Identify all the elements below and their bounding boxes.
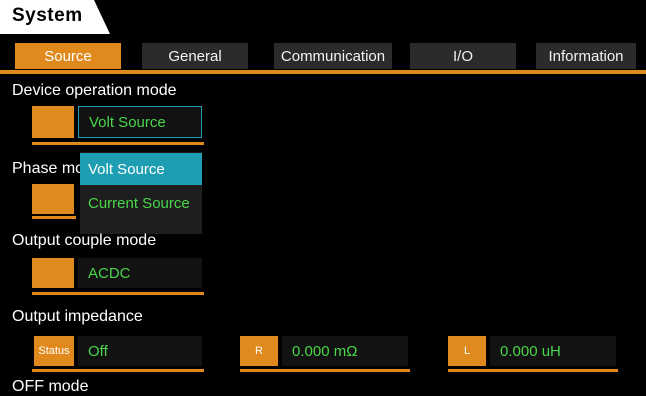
impedance-status-underline <box>32 369 204 372</box>
phase-mode-underline <box>32 216 76 219</box>
phase-mode-label: Phase mo <box>12 160 85 177</box>
impedance-status-field[interactable]: Off <box>78 336 202 366</box>
output-couple-mode-label: Output couple mode <box>12 232 157 249</box>
dropdown-option-volt-source[interactable]: Volt Source <box>80 153 202 185</box>
output-couple-mode-select[interactable]: ACDC <box>78 258 202 288</box>
tab-communication[interactable]: Communication <box>274 43 392 69</box>
l-tag: L <box>448 336 486 366</box>
off-mode-label: OFF mode <box>12 378 89 395</box>
impedance-l-underline <box>448 369 618 372</box>
tab-information[interactable]: Information <box>536 43 636 69</box>
tab-general[interactable]: General <box>142 43 248 69</box>
impedance-r-field[interactable]: 0.000 mΩ <box>282 336 408 366</box>
output-impedance-label: Output impedance <box>12 308 143 325</box>
tab-source[interactable]: Source <box>15 43 121 69</box>
phase-mode-indicator <box>32 184 74 214</box>
dropdown-option-current-source[interactable]: Current Source <box>80 187 202 219</box>
tab-underline <box>0 70 646 74</box>
output-couple-mode-indicator <box>32 258 74 288</box>
tab-io[interactable]: I/O <box>410 43 516 69</box>
status-tag: Status <box>34 336 74 366</box>
device-operation-mode-label: Device operation mode <box>12 82 177 99</box>
device-operation-mode-select[interactable]: Volt Source <box>78 106 202 138</box>
window-title: System <box>12 5 83 26</box>
device-operation-mode-underline <box>32 142 204 145</box>
device-operation-mode-indicator <box>32 106 74 138</box>
output-couple-mode-underline <box>32 292 204 295</box>
r-tag: R <box>240 336 278 366</box>
impedance-l-field[interactable]: 0.000 uH <box>490 336 616 366</box>
impedance-r-underline <box>240 369 410 372</box>
